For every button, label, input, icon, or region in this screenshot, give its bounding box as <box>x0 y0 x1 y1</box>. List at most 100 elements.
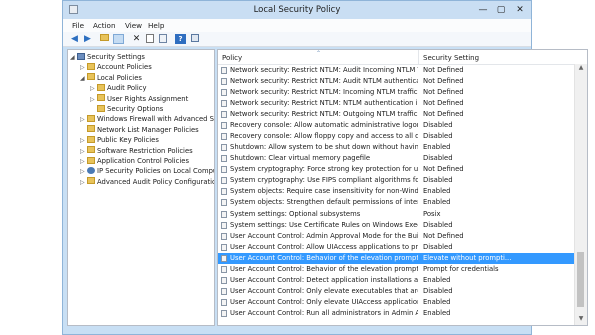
policy-row[interactable]: User Account Control: Only elevate execu… <box>218 286 574 297</box>
policy-row[interactable]: Recovery console: Allow floppy copy and … <box>218 131 574 142</box>
policy-setting: Not Defined <box>423 110 464 119</box>
column-policy[interactable]: Policy <box>222 54 242 62</box>
policy-row[interactable]: User Account Control: Only elevate UIAcc… <box>218 297 574 308</box>
up-folder-icon[interactable] <box>99 34 110 44</box>
tree-item[interactable]: ▷ Public Key Policies <box>80 135 159 145</box>
console-icon[interactable] <box>189 34 200 44</box>
folder-icon <box>87 114 95 122</box>
tree-item[interactable]: ▷ Audit Policy <box>90 83 147 93</box>
policy-row[interactable]: System settings: Use Certificate Rules o… <box>218 220 574 231</box>
policy-row[interactable]: System cryptography: Use FIPS compliant … <box>218 175 574 186</box>
policy-setting: Not Defined <box>423 99 464 108</box>
policy-row[interactable]: System cryptography: Force strong key pr… <box>218 164 574 175</box>
policy-row[interactable]: Shutdown: Clear virtual memory pagefile D… <box>218 153 574 164</box>
policy-row[interactable]: Network security: Restrict NTLM: Audit N… <box>218 76 574 87</box>
tree-item[interactable]: Network List Manager Policies <box>80 125 199 135</box>
policy-row[interactable]: Network security: Restrict NTLM: NTLM au… <box>218 98 574 109</box>
folder-icon <box>97 104 105 112</box>
scroll-down-icon[interactable]: ▼ <box>575 315 587 325</box>
tree-item[interactable]: ▷ Advanced Audit Policy Configuration <box>80 177 215 188</box>
policy-icon <box>221 67 227 74</box>
policy-icon <box>221 166 227 174</box>
policy-row[interactable]: Network security: Restrict NTLM: Incomin… <box>218 87 574 98</box>
menu-view[interactable]: View <box>125 21 142 30</box>
tree-item[interactable]: ▷ Windows Firewall with Advanced Secu <box>80 114 215 124</box>
tree-item-label: Network List Manager Policies <box>97 125 199 134</box>
policy-row-selected[interactable]: User Account Control: Behavior of the el… <box>218 252 574 264</box>
tree-item-label: Windows Firewall with Advanced Secu <box>97 115 215 124</box>
title-bar: Local Security Policy — ▢ ✕ <box>63 1 531 19</box>
policy-row[interactable]: Shutdown: Allow system to be shut down w… <box>218 142 574 153</box>
policy-row[interactable]: System objects: Strengthen default permi… <box>218 197 574 208</box>
policy-row[interactable]: User Account Control: Run all administra… <box>218 308 574 319</box>
policy-row[interactable]: System objects: Require case insensitivi… <box>218 186 574 197</box>
policy-setting: Disabled <box>423 121 453 130</box>
policy-row[interactable]: User Account Control: Allow UIAccess app… <box>218 242 574 253</box>
tree-item-label: Application Control Policies <box>97 157 190 165</box>
policy-name: System settings: Optional subsystems <box>230 209 361 218</box>
back-icon[interactable]: ◀ <box>69 34 80 44</box>
policy-icon <box>221 144 227 152</box>
help-icon[interactable]: ? <box>175 34 186 44</box>
properties-icon[interactable] <box>144 34 155 44</box>
policy-name: User Account Control: Behavior of the el… <box>230 253 418 262</box>
tree-item[interactable]: Security Options <box>90 104 163 114</box>
tree-item[interactable]: ▷ User Rights Assignment <box>90 94 188 104</box>
policy-icon <box>221 133 227 141</box>
policy-icon <box>221 276 227 284</box>
tree-item-label: User Rights Assignment <box>107 94 189 103</box>
menu-file[interactable]: File <box>72 21 84 30</box>
tree-item[interactable]: ▷ Software Restriction Policies <box>80 146 193 156</box>
policy-icon <box>221 111 227 119</box>
menu-help[interactable]: Help <box>148 21 164 30</box>
policy-icon <box>221 155 227 163</box>
policy-row[interactable]: User Account Control: Detect application… <box>218 275 574 286</box>
maximize-button[interactable]: ▢ <box>493 4 509 16</box>
policy-row[interactable]: User Account Control: Admin Approval Mod… <box>218 231 574 242</box>
ipsec-icon <box>87 166 95 174</box>
tree-item[interactable]: ◢ Security Settings <box>70 52 145 62</box>
column-divider[interactable] <box>418 50 419 64</box>
export-icon[interactable] <box>157 34 168 44</box>
tree-item-label: Advanced Audit Policy Configuration <box>97 177 215 186</box>
vertical-scrollbar[interactable]: ▲ ▼ <box>574 64 587 325</box>
policy-row[interactable]: Network security: Restrict NTLM: Outgoin… <box>218 109 574 120</box>
policy-name: Network security: Restrict NTLM: Outgoin… <box>230 110 418 119</box>
policy-icon <box>221 188 227 196</box>
policy-name: System objects: Strengthen default permi… <box>230 198 418 207</box>
forward-icon[interactable]: ▶ <box>82 34 93 44</box>
policy-row[interactable]: Recovery console: Allow automatic admini… <box>218 120 574 131</box>
policy-setting: Enabled <box>423 143 451 152</box>
tree-pane: ◢ Security Settings ▷ Account Policies ◢ Loca… <box>67 49 215 326</box>
scroll-up-icon[interactable]: ▲ <box>575 64 587 74</box>
policy-name: Shutdown: Allow system to be shut down w… <box>230 143 418 152</box>
policy-setting: Enabled <box>423 275 451 284</box>
scroll-thumb[interactable] <box>577 252 584 307</box>
policy-icon <box>221 210 227 218</box>
column-security-setting[interactable]: Security Setting <box>423 54 479 62</box>
policy-name: Recovery console: Allow automatic admini… <box>230 121 418 130</box>
policy-row[interactable]: System settings: Optional subsystems Posi… <box>218 209 574 220</box>
tree-item[interactable]: ▷ Account Policies <box>80 62 152 72</box>
policy-name: User Account Control: Detect application… <box>230 275 418 284</box>
minimize-button[interactable]: — <box>475 4 491 16</box>
policy-setting: Not Defined <box>423 77 464 86</box>
delete-icon[interactable]: ✕ <box>131 34 142 44</box>
tree-item[interactable]: ▷ IP Security Policies on Local Compute <box>80 166 214 176</box>
show-tree-icon[interactable] <box>113 34 124 44</box>
close-button[interactable]: ✕ <box>512 4 528 16</box>
policy-setting: Disabled <box>423 220 453 229</box>
policy-name: Shutdown: Clear virtual memory pagefile <box>230 154 371 163</box>
policy-name: Network security: Restrict NTLM: Incomin… <box>230 88 418 97</box>
tree-item[interactable]: ▷ Application Control Policies <box>80 156 189 166</box>
policy-name: Network security: Restrict NTLM: Audit N… <box>230 77 418 86</box>
policy-row[interactable]: Network security: Restrict NTLM: Audit I… <box>218 65 574 76</box>
tree-item[interactable]: ◢ Local Policies <box>80 73 142 83</box>
expand-arrow-icon[interactable]: ◢ <box>70 53 77 63</box>
policy-row[interactable]: User Account Control: Behavior of the el… <box>218 264 574 275</box>
expand-arrow-icon[interactable]: ◢ <box>80 74 87 84</box>
menu-action[interactable]: Action <box>93 21 116 30</box>
policy-setting: Elevate without prompti... <box>423 253 512 262</box>
expand-arrow-icon[interactable]: ▷ <box>80 178 87 188</box>
status-bar <box>63 326 531 334</box>
